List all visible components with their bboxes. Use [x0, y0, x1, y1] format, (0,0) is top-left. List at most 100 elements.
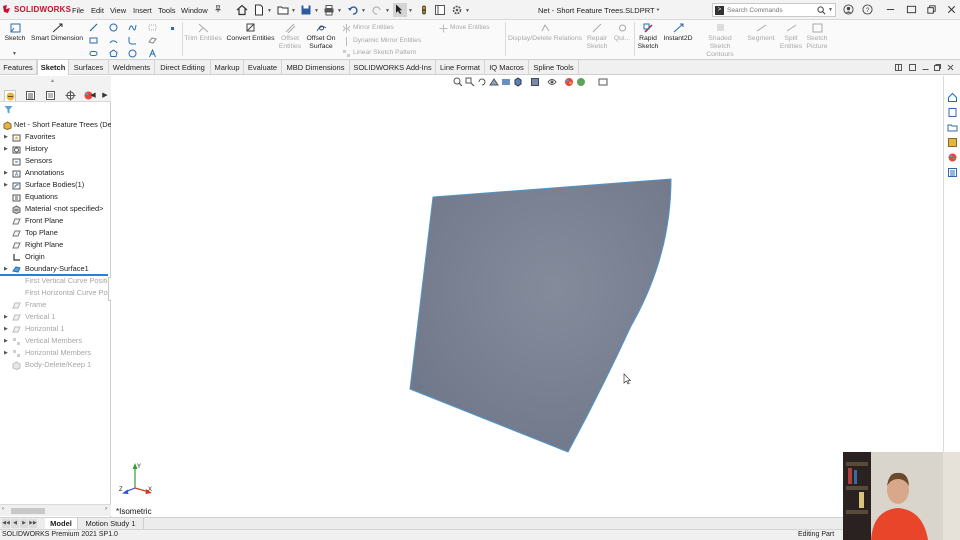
display-delete-relations-button[interactable]: Display/Delete Relations — [507, 22, 583, 43]
tree-root-part[interactable]: Net - Short Feature Trees (De — [0, 119, 112, 131]
first-tab-icon[interactable]: ◀◀ — [2, 519, 10, 528]
menu-file[interactable]: File — [72, 6, 84, 15]
tab-sketch[interactable]: Sketch — [37, 60, 69, 75]
text-tool-icon[interactable] — [128, 49, 137, 58]
undo-icon[interactable] — [347, 4, 359, 16]
scrollbar-thumb[interactable] — [11, 508, 45, 514]
filter-icon[interactable] — [4, 105, 13, 114]
expand-arrow-icon[interactable]: ▶ — [4, 323, 9, 335]
sketch-text-icon[interactable] — [148, 48, 157, 58]
spline-icon[interactable] — [128, 23, 137, 32]
viewport-minimize-icon[interactable] — [922, 64, 929, 71]
repair-sketch-button[interactable]: Repair Sketch — [585, 22, 609, 51]
shaded-sketch-contours-button[interactable]: Shaded Sketch Contours — [697, 22, 743, 59]
tree-item[interactable]: Material <not specified> — [0, 203, 111, 215]
tab-direct-editing[interactable]: Direct Editing — [155, 60, 211, 75]
expand-arrow-icon[interactable]: ▶ — [4, 131, 9, 143]
tree-item[interactable]: ▶ Favorites — [0, 131, 111, 143]
tree-item[interactable]: ▶ Vertical 1 — [0, 311, 111, 323]
viewport-close-icon[interactable] — [947, 64, 954, 71]
horizontal-scrollbar[interactable]: ‹ › — [0, 504, 111, 516]
menu-tools[interactable]: Tools — [158, 6, 176, 15]
tab-markup[interactable]: Markup — [211, 60, 244, 75]
expand-arrow-icon[interactable]: ▶ — [4, 311, 9, 323]
menu-view[interactable]: View — [110, 6, 126, 15]
chevron-down-icon[interactable]: ▼ — [12, 51, 17, 57]
open-folder-icon[interactable] — [277, 4, 289, 16]
circle-icon[interactable] — [109, 23, 118, 32]
graphics-area[interactable] — [111, 76, 943, 517]
file-explorer-icon[interactable] — [947, 122, 958, 133]
point-icon[interactable] — [170, 24, 175, 30]
plane-tool-icon[interactable] — [148, 36, 157, 45]
next-tab-icon[interactable]: ▶ — [20, 519, 28, 528]
close-icon[interactable] — [946, 4, 957, 15]
tree-item[interactable]: Right Plane — [0, 239, 111, 251]
chevron-down-icon[interactable]: ▼ — [408, 8, 413, 14]
expand-arrow-icon[interactable]: ▶ — [4, 179, 9, 191]
collapse-handle-icon[interactable]: ▲ — [50, 78, 55, 84]
search-icon[interactable] — [817, 6, 826, 15]
dynamic-annotation-icon[interactable] — [501, 77, 511, 87]
hide-show-items-icon[interactable] — [547, 77, 557, 87]
home-icon[interactable] — [236, 4, 248, 16]
tree-item[interactable]: ▶ Horizontal Members — [0, 347, 111, 359]
chevron-down-icon[interactable]: ▼ — [314, 8, 319, 14]
menu-edit[interactable]: Edit — [91, 6, 104, 15]
design-library-icon[interactable] — [947, 107, 958, 118]
tree-item[interactable]: ▶ A Annotations — [0, 167, 111, 179]
zoom-to-area-icon[interactable] — [465, 77, 475, 87]
propertymanager-tab-icon[interactable] — [25, 90, 37, 101]
tree-item[interactable]: Front Plane — [0, 215, 111, 227]
viewport-restore-icon[interactable] — [934, 64, 941, 71]
tab-evaluate[interactable]: Evaluate — [244, 60, 282, 75]
featuremanager-tab-icon[interactable] — [4, 90, 16, 101]
redo-icon[interactable] — [371, 4, 383, 16]
tab-iq-macros[interactable]: IQ Macros — [485, 60, 529, 75]
sketch-fillet-icon[interactable] — [128, 36, 137, 45]
dimxpertmanager-tab-icon[interactable] — [65, 90, 77, 101]
sketch-button[interactable]: Sketch — [4, 22, 26, 43]
dynamic-mirror-button[interactable]: Dynamic Mirror Entities — [353, 37, 421, 44]
tab-scroll-right-icon[interactable]: ▶ — [100, 90, 110, 101]
scroll-right-icon[interactable]: › — [105, 506, 107, 512]
rapid-sketch-button[interactable]: Rapid Sketch — [636, 22, 660, 51]
previous-view-icon[interactable] — [477, 77, 487, 87]
user-icon[interactable] — [843, 4, 854, 15]
pin-icon[interactable] — [214, 5, 222, 13]
tab-line-format[interactable]: Line Format — [436, 60, 485, 75]
convert-entities-button[interactable]: Convert Entities — [226, 22, 275, 43]
slot-tool-icon[interactable] — [89, 49, 98, 58]
save-icon[interactable] — [300, 4, 312, 16]
tree-item[interactable]: ▶ Horizontal 1 — [0, 323, 111, 335]
tree-item[interactable]: First Horizontal Curve Pos — [0, 287, 111, 299]
chevron-down-icon[interactable]: ▼ — [385, 8, 390, 14]
chevron-down-icon[interactable]: ▼ — [337, 8, 342, 14]
tree-item[interactable]: Origin — [0, 251, 111, 263]
apply-scene-icon[interactable] — [576, 77, 586, 87]
viewport-split-icon[interactable] — [895, 64, 902, 71]
instant2d-button[interactable]: Instant2D — [662, 22, 694, 43]
custom-properties-icon[interactable] — [947, 167, 958, 178]
view-palette-icon[interactable] — [947, 137, 958, 148]
tab-mbd-dimensions[interactable]: MBD Dimensions — [282, 60, 350, 75]
new-document-icon[interactable] — [253, 4, 265, 16]
menu-window[interactable]: Window — [181, 6, 208, 15]
search-box[interactable]: > ▼ — [712, 3, 836, 17]
tree-item[interactable]: Body-Delete/Keep 1 — [0, 359, 111, 371]
scroll-left-icon[interactable]: ‹ — [2, 506, 4, 512]
appearances-icon[interactable] — [947, 152, 958, 163]
sketch-picture-button[interactable]: Sketch Picture — [805, 22, 829, 51]
slot-icon[interactable] — [148, 23, 157, 32]
tree-item[interactable]: First Vertical Curve Positio — [0, 275, 112, 287]
search-input[interactable] — [727, 6, 817, 15]
menu-insert[interactable]: Insert — [133, 6, 152, 15]
mirror-entities-button[interactable]: Mirror Entities — [353, 24, 394, 31]
tree-item[interactable]: Top Plane — [0, 227, 111, 239]
edit-appearance-icon[interactable] — [564, 77, 574, 87]
rebuild-icon[interactable] — [418, 4, 430, 16]
quick-snaps-button[interactable]: Qui... — [612, 22, 632, 43]
trim-entities-button[interactable]: Trim Entities — [184, 22, 222, 43]
tab-surfaces[interactable]: Surfaces — [69, 60, 109, 75]
tab-weldments[interactable]: Weldments — [109, 60, 155, 75]
